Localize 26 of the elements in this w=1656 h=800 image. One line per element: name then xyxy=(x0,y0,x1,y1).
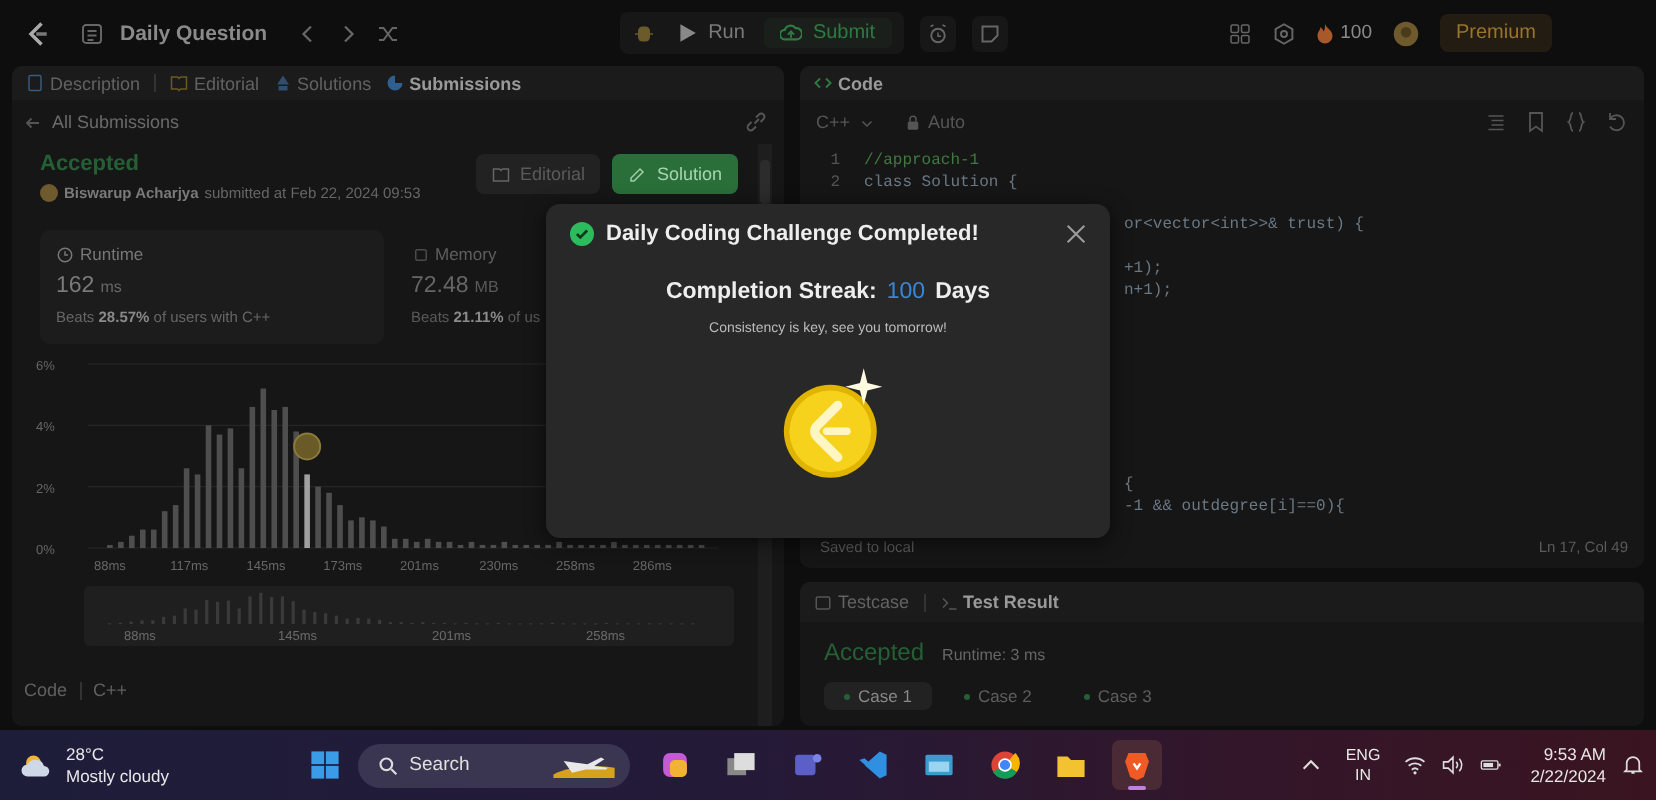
code-line: or<vector<int>>& trust) { xyxy=(1124,216,1365,239)
stat-label: Memory xyxy=(435,244,497,264)
submission-status: Accepted xyxy=(40,152,142,176)
language-label: C++ xyxy=(93,680,128,700)
temperature: 28°C xyxy=(66,743,106,765)
code-line: -1 && outdegree[i]==0){ xyxy=(1124,497,1345,520)
code-line: +1); xyxy=(1124,259,1163,282)
stat-unit: ms xyxy=(100,278,122,296)
runtime-text: Runtime: 3 ms xyxy=(942,646,1046,664)
code-line: n+1); xyxy=(1124,281,1173,304)
line-number: 2 xyxy=(828,173,840,196)
stat-value: 72.48 xyxy=(411,274,469,298)
line-number: 1 xyxy=(828,152,840,174)
code-line: //approach-1 xyxy=(864,152,980,174)
streak-count: 100 xyxy=(886,280,926,304)
streak-unit: Days xyxy=(935,280,991,304)
stat-value: 162 xyxy=(56,274,95,298)
weather-text: Mostly cloudy xyxy=(66,765,169,787)
code-line: { xyxy=(1124,475,1134,498)
code-label: Code xyxy=(24,680,68,700)
streak-label: Completion Streak: xyxy=(665,280,877,304)
dialog-title: Daily Coding Challenge Completed! xyxy=(606,222,979,246)
result-status: Accepted xyxy=(824,638,925,666)
code-line: class Solution { xyxy=(864,173,1018,196)
stat-unit: MB xyxy=(474,278,499,296)
stat-label: Runtime xyxy=(80,244,144,264)
